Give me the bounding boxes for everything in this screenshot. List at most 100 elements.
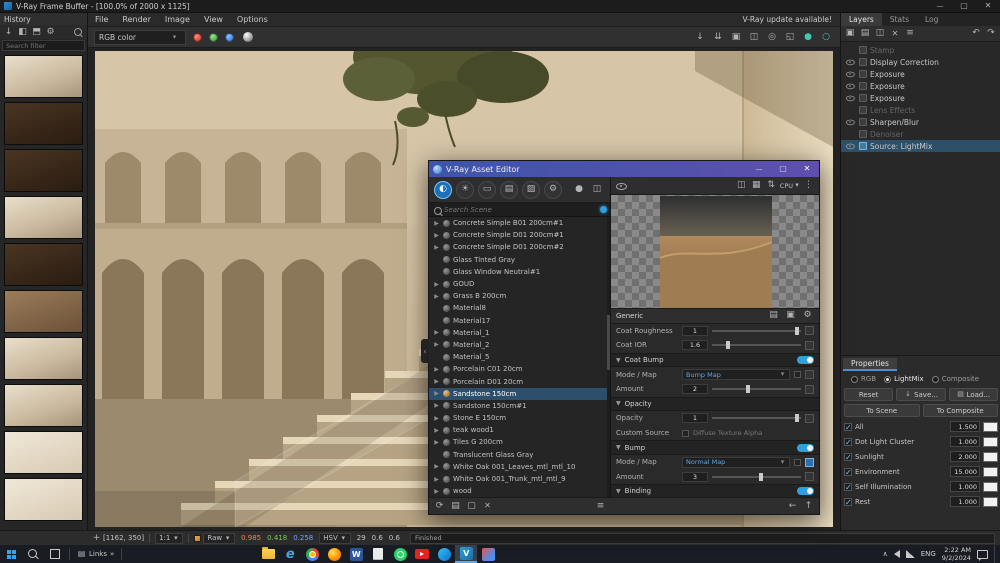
expand-arrow-icon[interactable]: ▶ bbox=[433, 439, 440, 446]
lightmix-value-input[interactable]: 2.000 bbox=[950, 451, 980, 462]
coat-ior-map-slot[interactable] bbox=[805, 341, 814, 350]
vfb-interactive-render-button[interactable] bbox=[818, 29, 834, 45]
redo-button[interactable] bbox=[984, 27, 998, 41]
material-list-item[interactable]: ▶Concrete Simple B01 200cm#1 bbox=[429, 217, 610, 229]
bump-map-slot[interactable] bbox=[805, 458, 814, 467]
minimize-button[interactable] bbox=[928, 0, 952, 12]
save-button[interactable]: Save... bbox=[896, 388, 945, 401]
red-channel-button[interactable] bbox=[193, 33, 202, 42]
green-channel-button[interactable] bbox=[209, 33, 218, 42]
clock[interactable]: 2:22 AM 9/2/2024 bbox=[942, 546, 971, 562]
category-materials-button[interactable] bbox=[434, 181, 452, 199]
volume-icon[interactable] bbox=[894, 550, 900, 558]
history-thumbnail[interactable] bbox=[4, 55, 83, 98]
duplicate-layer-button[interactable] bbox=[873, 27, 887, 41]
mode-radio-lightmix[interactable]: LightMix bbox=[884, 375, 924, 383]
opacity-map-slot[interactable] bbox=[805, 414, 814, 423]
hsv-dropdown[interactable]: HSV bbox=[319, 533, 351, 544]
lightmix-value-input[interactable]: 15.000 bbox=[950, 466, 980, 477]
taskbar-app-edge-legacy[interactable] bbox=[279, 545, 301, 563]
material-list-item[interactable]: ▶Material_1 bbox=[429, 327, 610, 339]
visibility-eye-icon[interactable] bbox=[845, 94, 855, 102]
expand-arrow-icon[interactable]: ▶ bbox=[433, 341, 440, 348]
expand-arrow-icon[interactable]: ▶ bbox=[433, 281, 440, 288]
save-asset-button[interactable] bbox=[465, 500, 478, 513]
coat-bump-section-header[interactable]: ▼ Coat Bump bbox=[611, 353, 819, 368]
expand-arrow-icon[interactable]: ▶ bbox=[433, 402, 440, 409]
float-preview-icon[interactable] bbox=[735, 179, 748, 192]
material-list-item[interactable]: Material8 bbox=[429, 302, 610, 314]
links-toolbar[interactable]: Links » bbox=[73, 550, 118, 559]
history-compare-vertical-button[interactable] bbox=[30, 26, 43, 39]
bump-amount-map-slot[interactable] bbox=[805, 472, 814, 481]
preview-menu-icon[interactable] bbox=[802, 179, 815, 192]
close-button[interactable] bbox=[976, 0, 1000, 12]
history-compare-horizontal-button[interactable] bbox=[16, 26, 29, 39]
vfb-copy-image-button[interactable] bbox=[728, 29, 744, 45]
category-textures-button[interactable] bbox=[522, 181, 540, 199]
coat-bump-mode-dropdown[interactable]: Bump Map bbox=[682, 369, 790, 380]
layer-row[interactable]: Sharpen/Blur bbox=[841, 116, 1000, 128]
param-advanced-icon[interactable] bbox=[784, 309, 797, 322]
taskbar-app-word[interactable] bbox=[345, 545, 367, 563]
lightmix-color-swatch[interactable] bbox=[983, 482, 998, 492]
layer-row[interactable]: Source: LightMix bbox=[841, 140, 1000, 152]
taskbar-search-button[interactable] bbox=[22, 545, 44, 563]
material-list-item[interactable]: ▶Concrete Simple D01 200cm#1 bbox=[429, 229, 610, 241]
coat-bump-map-slot[interactable] bbox=[805, 370, 814, 379]
mode-radio-rgb[interactable]: RGB bbox=[851, 375, 876, 383]
task-view-button[interactable] bbox=[44, 545, 66, 563]
history-thumbnail[interactable] bbox=[4, 431, 83, 474]
material-list-item[interactable]: ▶Grass B 200cm bbox=[429, 290, 610, 302]
bump-section-header[interactable]: ▼ Bump bbox=[611, 440, 819, 455]
asset-editor-title-bar[interactable]: V-Ray Asset Editor bbox=[429, 161, 819, 177]
material-list-item[interactable]: Glass Window Neutral#1 bbox=[429, 266, 610, 278]
material-list-item[interactable]: ▶Sandstone 150cm bbox=[429, 388, 610, 400]
lightmix-value-input[interactable]: 1.500 bbox=[950, 421, 980, 432]
vfb-region-render-button[interactable] bbox=[782, 29, 798, 45]
start-button[interactable] bbox=[0, 545, 22, 563]
flyout-collapse-chevron[interactable]: ‹ bbox=[421, 339, 429, 363]
history-settings-button[interactable] bbox=[44, 26, 57, 39]
category-geometries-button[interactable] bbox=[478, 181, 496, 199]
lightmix-checkbox[interactable] bbox=[844, 438, 852, 446]
layer-list-button[interactable] bbox=[903, 27, 917, 41]
history-search-icon[interactable] bbox=[72, 26, 85, 39]
taskbar-app-document[interactable] bbox=[367, 545, 389, 563]
taskbar-app-youtube[interactable] bbox=[411, 545, 433, 563]
lightmix-checkbox[interactable] bbox=[844, 453, 852, 461]
channel-select-dropdown[interactable]: RGB color bbox=[94, 30, 186, 45]
opacity-input[interactable]: 1 bbox=[682, 413, 708, 423]
maximize-button[interactable] bbox=[952, 0, 976, 12]
layer-row[interactable]: Exposure bbox=[841, 80, 1000, 92]
layer-row[interactable]: Exposure bbox=[841, 92, 1000, 104]
history-thumbnail[interactable] bbox=[4, 478, 83, 521]
category-lights-button[interactable] bbox=[456, 181, 474, 199]
material-list-item[interactable]: Material17 bbox=[429, 315, 610, 327]
taskbar-app-firefox[interactable] bbox=[323, 545, 345, 563]
vfb-save-image-button[interactable] bbox=[692, 29, 708, 45]
material-list-item[interactable]: ▶Stone E 150cm bbox=[429, 412, 610, 424]
open-file-button[interactable] bbox=[449, 500, 462, 513]
expand-arrow-icon[interactable]: ▶ bbox=[433, 366, 440, 373]
blue-channel-button[interactable] bbox=[225, 33, 234, 42]
lightmix-color-swatch[interactable] bbox=[983, 452, 998, 462]
material-list-item[interactable]: Translucent Glass Gray bbox=[429, 449, 610, 461]
vfb-render-last-button[interactable] bbox=[800, 29, 816, 45]
bump-amount-input[interactable]: 3 bbox=[682, 472, 708, 482]
properties-tab[interactable]: Properties bbox=[843, 358, 897, 371]
preview-visibility-eye-icon[interactable] bbox=[615, 181, 627, 191]
mode-radio-composite[interactable]: Composite bbox=[932, 375, 979, 383]
history-save-history-button[interactable] bbox=[2, 26, 15, 39]
material-list-item[interactable]: ▶Tiles G 200cm bbox=[429, 436, 610, 448]
preview-update-icon[interactable] bbox=[765, 179, 778, 192]
render-preview-button[interactable] bbox=[571, 182, 587, 198]
history-thumbnail[interactable] bbox=[4, 243, 83, 286]
taskbar-app-photos[interactable] bbox=[477, 545, 499, 563]
expand-arrow-icon[interactable]: ▶ bbox=[433, 463, 440, 470]
layer-row[interactable]: Denoiser bbox=[841, 128, 1000, 140]
maximize-button[interactable] bbox=[771, 161, 795, 177]
material-list-item[interactable]: Material_5 bbox=[429, 351, 610, 363]
coat-bump-amount-map-slot[interactable] bbox=[805, 385, 814, 394]
delete-asset-button[interactable] bbox=[481, 500, 494, 513]
